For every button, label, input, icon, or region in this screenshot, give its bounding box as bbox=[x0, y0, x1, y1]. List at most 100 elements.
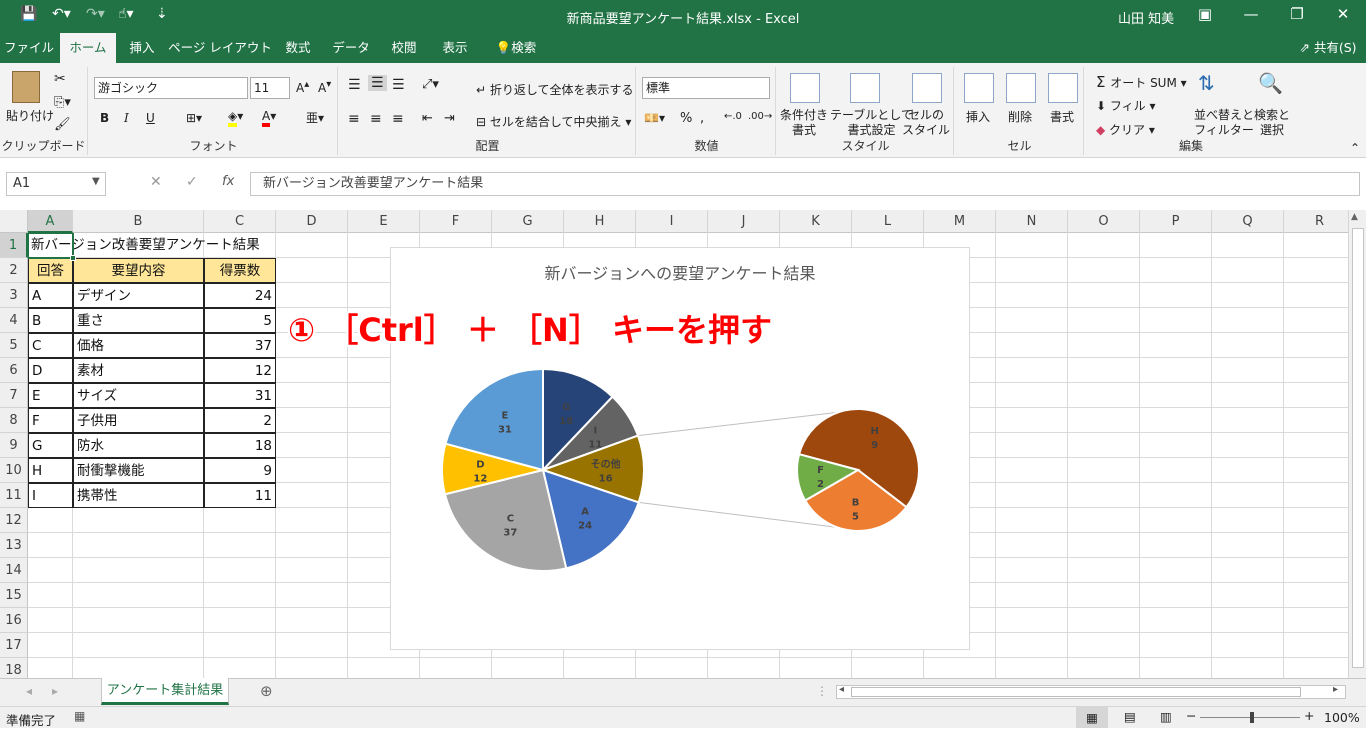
row-header-8[interactable]: 8 bbox=[0, 408, 28, 433]
table-cell-request[interactable]: 重さ bbox=[73, 308, 204, 333]
align-right-icon[interactable]: ≡ bbox=[392, 111, 404, 127]
column-header-Q[interactable]: Q bbox=[1212, 210, 1284, 233]
phonetic-icon[interactable]: 亜▾ bbox=[306, 109, 324, 126]
vertical-scrollbar[interactable]: ▲ bbox=[1348, 210, 1366, 678]
increase-font-icon[interactable]: A▴ bbox=[296, 79, 309, 95]
row-header-13[interactable]: 13 bbox=[0, 533, 28, 558]
name-box[interactable]: A1 bbox=[6, 172, 106, 196]
add-sheet-icon[interactable]: ⊕ bbox=[260, 682, 273, 700]
conditional-format-icon[interactable] bbox=[790, 73, 820, 103]
number-format-dropdown[interactable]: 標準 bbox=[642, 77, 770, 99]
table-cell-votes[interactable]: 11 bbox=[204, 483, 276, 508]
name-box-dropdown-icon[interactable]: ▼ bbox=[92, 176, 100, 187]
insert-function-icon[interactable]: fx bbox=[222, 174, 234, 189]
column-header-G[interactable]: G bbox=[492, 210, 564, 233]
row-header-6[interactable]: 6 bbox=[0, 358, 28, 383]
format-cells-icon[interactable] bbox=[1048, 73, 1078, 103]
macro-record-icon[interactable]: ▦ bbox=[74, 709, 85, 723]
row-header-1[interactable]: 1 bbox=[0, 233, 28, 258]
table-cell-answer[interactable]: A bbox=[28, 283, 73, 308]
prev-sheet-icon[interactable]: ◂ bbox=[26, 684, 32, 698]
row-header-12[interactable]: 12 bbox=[0, 508, 28, 533]
row-header-11[interactable]: 11 bbox=[0, 483, 28, 508]
cell-styles-icon[interactable] bbox=[912, 73, 942, 103]
normal-view-icon[interactable]: ▦ bbox=[1076, 707, 1108, 728]
table-header-cell[interactable]: 要望内容 bbox=[73, 258, 204, 283]
increase-indent-icon[interactable]: ⇥ bbox=[444, 111, 455, 126]
select-all-button[interactable] bbox=[0, 210, 28, 233]
clear-button[interactable]: ◆ クリア ▾ bbox=[1096, 121, 1155, 138]
column-header-B[interactable]: B bbox=[73, 210, 204, 233]
user-name[interactable]: 山田 知美 bbox=[1118, 8, 1174, 27]
autosum-button[interactable]: Σ オート SUM ▾ bbox=[1096, 73, 1187, 91]
delete-cells-icon[interactable] bbox=[1006, 73, 1036, 103]
minimize-icon[interactable]: — bbox=[1236, 5, 1266, 23]
cancel-icon[interactable]: ✕ bbox=[150, 174, 162, 190]
scroll-up-icon[interactable]: ▲ bbox=[1351, 212, 1358, 222]
table-cell-votes[interactable]: 31 bbox=[204, 383, 276, 408]
table-cell-votes[interactable]: 2 bbox=[204, 408, 276, 433]
align-bottom-icon[interactable]: ☰ bbox=[392, 77, 405, 93]
table-header-cell[interactable]: 得票数 bbox=[204, 258, 276, 283]
column-header-R[interactable]: R bbox=[1284, 210, 1356, 233]
insert-cells-button[interactable]: 挿入 bbox=[966, 108, 990, 125]
tab-data[interactable]: データ bbox=[324, 33, 378, 63]
tab-search[interactable]: 💡検索 bbox=[484, 33, 548, 63]
tab-view[interactable]: 表示 bbox=[430, 33, 480, 63]
format-table-icon[interactable] bbox=[850, 73, 880, 103]
table-header-cell[interactable]: 回答 bbox=[28, 258, 73, 283]
row-header-15[interactable]: 15 bbox=[0, 583, 28, 608]
tab-review[interactable]: 校閲 bbox=[380, 33, 428, 63]
share-button[interactable]: ⇗ 共有(S) bbox=[1290, 33, 1366, 63]
table-cell-answer[interactable]: B bbox=[28, 308, 73, 333]
scroll-left-icon[interactable]: ◂ bbox=[839, 684, 844, 695]
percent-icon[interactable]: % bbox=[680, 111, 692, 126]
cell-styles-button[interactable]: セルの スタイル bbox=[902, 108, 950, 138]
row-header-7[interactable]: 7 bbox=[0, 383, 28, 408]
column-header-I[interactable]: I bbox=[636, 210, 708, 233]
column-header-E[interactable]: E bbox=[348, 210, 420, 233]
delete-cells-button[interactable]: 削除 bbox=[1008, 108, 1032, 125]
row-header-14[interactable]: 14 bbox=[0, 558, 28, 583]
page-break-view-icon[interactable]: ▥ bbox=[1160, 709, 1172, 724]
column-header-H[interactable]: H bbox=[564, 210, 636, 233]
table-cell-request[interactable]: サイズ bbox=[73, 383, 204, 408]
column-header-A[interactable]: A bbox=[28, 210, 73, 233]
row-header-9[interactable]: 9 bbox=[0, 433, 28, 458]
currency-icon[interactable]: 💴▾ bbox=[644, 111, 665, 125]
find-select-button[interactable]: 検索と 選択 bbox=[1254, 108, 1290, 138]
row-header-16[interactable]: 16 bbox=[0, 608, 28, 633]
increase-decimal-icon[interactable]: ←.0 bbox=[724, 111, 742, 122]
table-cell-votes[interactable]: 24 bbox=[204, 283, 276, 308]
conditional-format-button[interactable]: 条件付き 書式 bbox=[780, 108, 828, 138]
sheet-tab-survey[interactable]: アンケート集計結果 bbox=[101, 678, 229, 705]
fill-button[interactable]: ⬇ フィル ▾ bbox=[1096, 97, 1155, 114]
scroll-thumb[interactable] bbox=[1352, 228, 1364, 668]
format-cells-button[interactable]: 書式 bbox=[1050, 108, 1074, 125]
font-name-dropdown[interactable]: 游ゴシック bbox=[94, 77, 248, 99]
insert-cells-icon[interactable] bbox=[964, 73, 994, 103]
close-icon[interactable]: ✕ bbox=[1328, 5, 1358, 23]
decrease-font-icon[interactable]: A▾ bbox=[318, 79, 331, 95]
tab-file[interactable]: ファイル bbox=[0, 33, 58, 63]
row-header-10[interactable]: 10 bbox=[0, 458, 28, 483]
copy-icon[interactable]: ⎘▾ bbox=[54, 95, 71, 110]
orientation-icon[interactable]: ⤢▾ bbox=[422, 77, 439, 92]
row-header-5[interactable]: 5 bbox=[0, 333, 28, 358]
table-cell-answer[interactable]: I bbox=[28, 483, 73, 508]
ribbon-display-icon[interactable]: ▣ bbox=[1190, 5, 1220, 23]
zoom-slider-thumb[interactable] bbox=[1250, 712, 1254, 723]
table-cell-request[interactable]: 子供用 bbox=[73, 408, 204, 433]
table-cell-answer[interactable]: D bbox=[28, 358, 73, 383]
underline-button[interactable]: U bbox=[146, 111, 155, 125]
horizontal-scrollbar[interactable]: ◂ ▸ bbox=[836, 684, 1346, 699]
borders-icon[interactable]: ⊞▾ bbox=[186, 111, 202, 125]
italic-button[interactable]: I bbox=[124, 111, 129, 125]
table-cell-votes[interactable]: 12 bbox=[204, 358, 276, 383]
align-middle-icon[interactable]: ☰ bbox=[368, 75, 387, 91]
font-color-icon[interactable]: A▾ bbox=[262, 109, 276, 127]
row-header-3[interactable]: 3 bbox=[0, 283, 28, 308]
tab-insert[interactable]: 挿入 bbox=[118, 33, 166, 63]
column-header-D[interactable]: D bbox=[276, 210, 348, 233]
paste-icon[interactable] bbox=[12, 71, 40, 103]
